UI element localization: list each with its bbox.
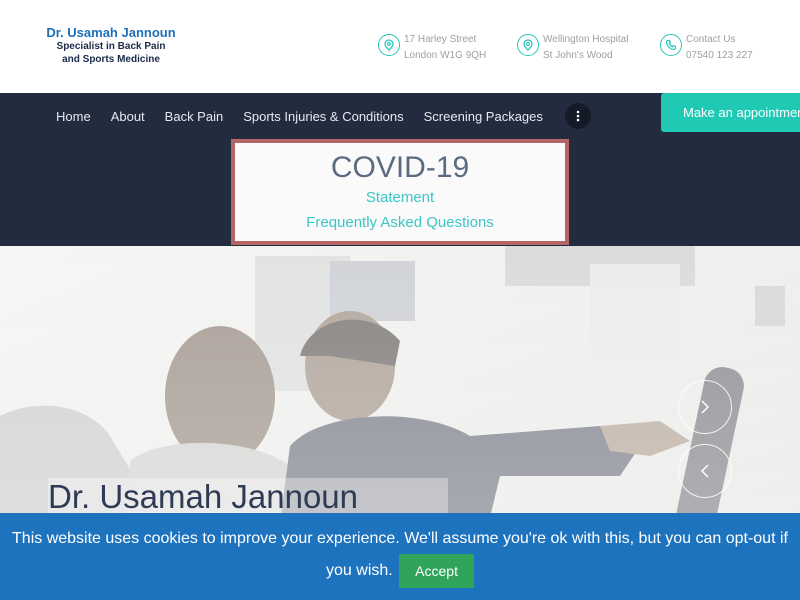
location-pin-icon xyxy=(378,34,400,56)
contact-line-1: Wellington Hospital xyxy=(543,34,629,45)
contact-phone[interactable]: Contact Us 07540 123 227 xyxy=(660,32,753,64)
nav-item-home[interactable]: Home xyxy=(46,109,101,124)
logo-tagline-1: Specialist in Back Pain xyxy=(56,41,166,52)
contact-harley-street: 17 Harley Street London W1G 9QH xyxy=(378,32,486,64)
location-pin-icon xyxy=(517,34,539,56)
covid-statement-link[interactable]: Statement xyxy=(235,185,565,210)
contact-us-link[interactable]: Contact Us xyxy=(686,32,753,48)
contact-line-1: 17 Harley Street xyxy=(404,34,477,45)
hero-title: Dr. Usamah Jannoun xyxy=(48,478,449,516)
contact-line-2: London W1G 9QH xyxy=(404,50,487,61)
covid-title: COVID-19 xyxy=(330,151,470,184)
covid-notice: COVID-19 Statement Frequently Asked Ques… xyxy=(231,139,569,245)
logo-name: Dr. Usamah Jannoun xyxy=(46,25,176,40)
site-header: Dr. Usamah Jannoun Specialist in Back Pa… xyxy=(0,0,800,93)
logo-tagline-2: and Sports Medicine xyxy=(62,54,160,65)
nav-item-about[interactable]: About xyxy=(101,109,155,124)
nav-item-screening-packages[interactable]: Screening Packages xyxy=(414,109,553,124)
phone-number[interactable]: 07540 123 227 xyxy=(686,48,753,64)
nav-item-back-pain[interactable]: Back Pain xyxy=(155,109,234,124)
contact-wellington-hospital: Wellington Hospital St John's Wood xyxy=(517,32,628,64)
cookie-banner: This website uses cookies to improve you… xyxy=(0,513,800,600)
chevron-left-icon xyxy=(700,464,709,478)
more-menu-button[interactable] xyxy=(564,103,591,129)
phone-icon xyxy=(660,34,682,56)
chevron-right-icon xyxy=(701,400,710,414)
more-vertical-icon xyxy=(576,110,580,122)
slider-prev-button[interactable] xyxy=(678,444,732,498)
cookie-accept-button[interactable]: Accept xyxy=(399,554,474,588)
contact-line-2: St John's Wood xyxy=(543,50,613,61)
slider-next-button[interactable] xyxy=(678,380,732,434)
covid-faq-link[interactable]: Frequently Asked Questions xyxy=(235,210,565,235)
nav-item-sports-injuries[interactable]: Sports Injuries & Conditions xyxy=(233,109,413,124)
site-logo[interactable]: Dr. Usamah Jannoun Specialist in Back Pa… xyxy=(46,25,176,66)
make-appointment-button[interactable]: Make an appointment xyxy=(661,93,800,132)
main-menu: Home About Back Pain Sports Injuries & C… xyxy=(46,103,591,129)
